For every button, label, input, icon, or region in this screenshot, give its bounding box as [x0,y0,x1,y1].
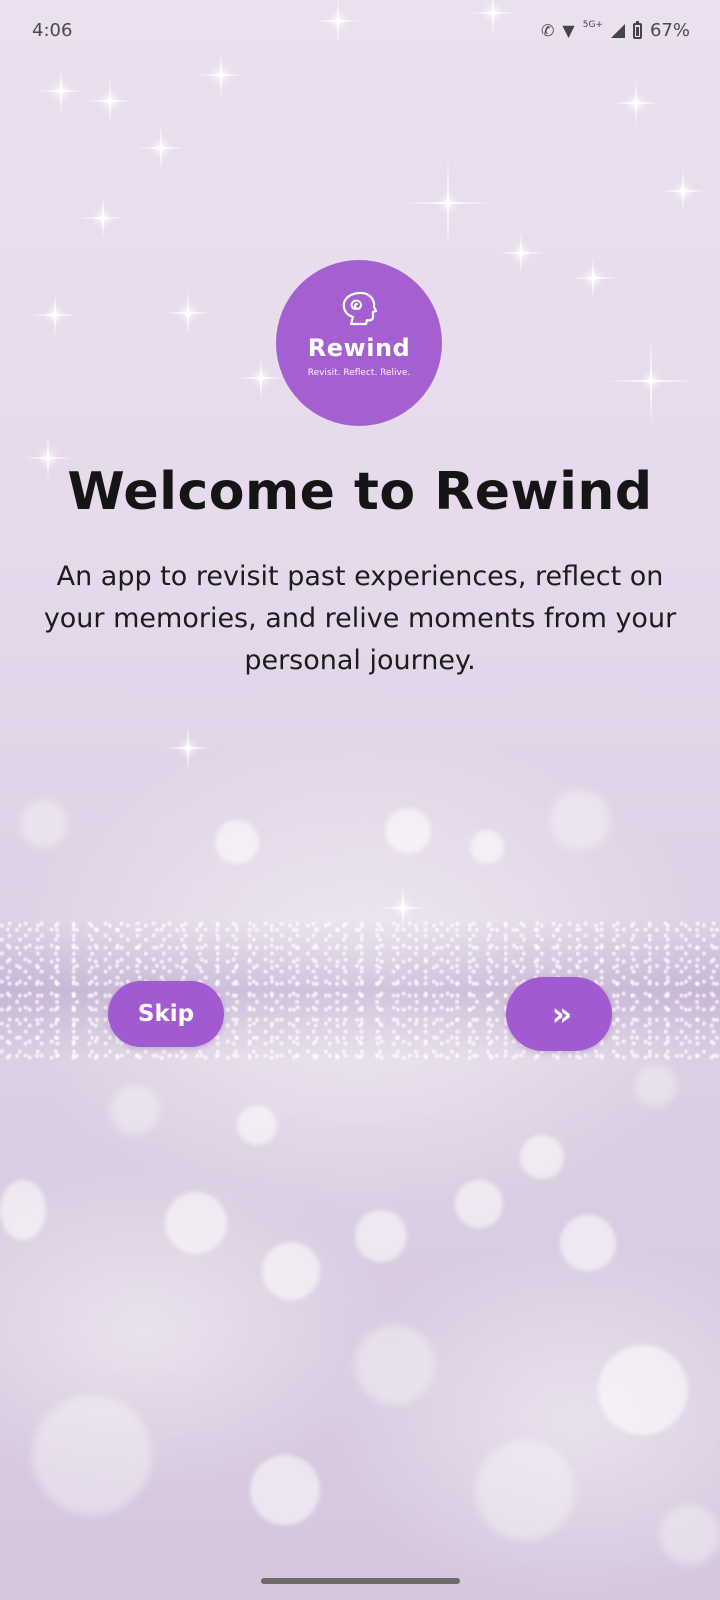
logo-tagline: Revisit. Reflect. Relive. [307,368,411,378]
wifi-icon: ▼ [562,21,575,40]
sparkle [45,455,51,461]
sparkle [518,250,524,256]
sparkle [52,312,58,318]
bokeh [475,1440,575,1540]
network-type: 5G+ [582,19,603,30]
bokeh [455,1180,503,1228]
sparkle [185,310,191,316]
background-decoration [0,0,720,1600]
bokeh [20,800,68,848]
sparkle [158,145,164,151]
bokeh [385,808,431,854]
status-time: 4:06 [32,20,73,41]
battery-percent: 67% [649,20,690,41]
bokeh [355,1325,435,1405]
next-button[interactable]: » [506,977,612,1051]
bokeh [32,1395,152,1515]
bokeh [470,830,504,864]
double-chevron-right-icon: » [551,995,573,1033]
battery-icon [632,20,642,39]
bokeh [262,1242,320,1300]
sparkle [400,905,406,911]
bokeh [250,1455,320,1525]
bokeh [237,1105,277,1145]
sparkle [633,100,639,106]
bokeh [0,1180,46,1240]
bokeh [550,790,610,850]
skip-button-label: Skip [137,1001,195,1027]
sparkle [107,98,113,104]
bokeh [355,1210,407,1262]
bokeh [560,1215,616,1271]
sparkle [218,72,224,78]
bokeh [215,820,259,864]
welcome-title: Welcome to Rewind [67,462,653,522]
bokeh [165,1192,227,1254]
welcome-description: An app to revisit past experiences, refl… [43,561,677,676]
sparkle [648,378,654,384]
status-icons: ✆ ▼ 5G+ 67% [541,19,690,42]
sparkle [58,88,64,94]
skip-button[interactable]: Skip [108,981,224,1047]
signal-icon [610,23,625,38]
bokeh [598,1345,688,1435]
app-logo: Rewind Revisit. Reflect. Relive. [276,260,442,426]
status-bar: 4:06 ✆ ▼ 5G+ 67% [0,0,720,64]
bokeh [520,1135,564,1179]
bokeh [635,1065,677,1107]
sparkle [590,275,596,281]
head-spiral-icon [342,291,378,326]
bokeh [660,1505,720,1565]
logo-name: Rewind [307,334,411,362]
sparkle [185,745,191,751]
sparkle [445,200,451,206]
call-icon: ✆ [541,21,555,40]
sparkle [100,215,106,221]
glitter-band [0,920,720,1060]
sparkle [680,188,686,194]
home-indicator[interactable] [261,1578,460,1584]
bokeh [110,1085,160,1135]
sparkle [258,375,264,381]
